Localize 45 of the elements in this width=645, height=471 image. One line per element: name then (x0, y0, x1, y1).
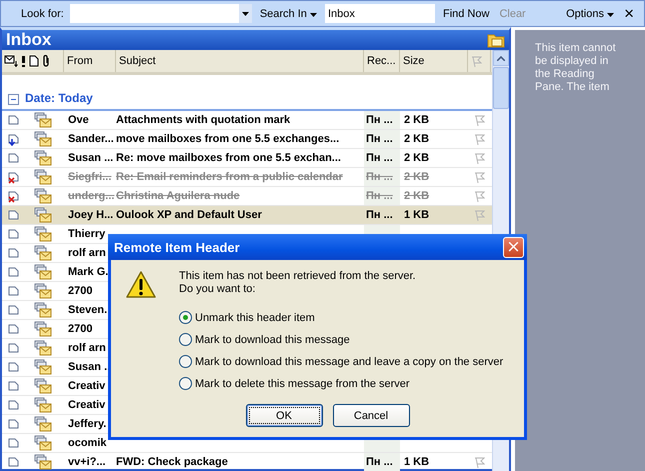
sender-cell-text: underg... (67, 189, 116, 204)
sender-cell-text: Joey H... (67, 208, 114, 223)
sender-cell-text: Ove (67, 113, 90, 128)
sender-cell-text: rolf arn (67, 246, 107, 261)
size-cell-text: 1 KB (403, 455, 430, 470)
subject-cell-text: Oulook XP and Default User (116, 208, 263, 223)
subject-cell-text: Attachments with quotation mark (116, 113, 292, 128)
size-cell-text: 1 KB (403, 208, 430, 223)
sender-cell-text: Siegfri... (67, 170, 112, 185)
received-cell: Пн ... (364, 149, 400, 167)
sender-cell-text: rolf arn (67, 341, 107, 356)
sender-cell-text: Sander... (67, 132, 115, 147)
size-cell-text: 2 KB (403, 151, 430, 166)
size-cell-text: 2 KB (403, 113, 430, 128)
sender-cell-text: Creativ (67, 398, 106, 413)
sender-cell-text: Steven. (67, 303, 108, 318)
size-cell-text: 2 KB (403, 170, 430, 185)
sender-cell-text: 2700 (67, 322, 94, 337)
sender-cell-text: Creativ (67, 379, 106, 394)
sender-cell-text: 2700 (67, 284, 94, 299)
received-cell: Пн ... (364, 187, 400, 205)
sender-cell-text: ocomik (67, 436, 108, 451)
subject-cell-text: Re: move mailboxes from one 5.5 exchan... (116, 151, 342, 166)
subject-cell-text: FWD: Check package (116, 455, 229, 470)
sender-cell-text: Jeffery. (67, 417, 108, 432)
received-cell-text: Пн ... (365, 208, 394, 223)
dialog-message: This item has not been retrieved from the server. (179, 270, 417, 282)
received-cell: Пн ... (364, 168, 400, 186)
folder-title: Inbox (6, 30, 52, 50)
dialog-message: Do you want to: (179, 283, 256, 295)
subject-cell-text: Re: Email reminders from a public calendar (116, 170, 344, 185)
dialog-title: Remote Item Header (114, 240, 240, 254)
size-cell-text: 2 KB (403, 189, 430, 204)
received-cell: Пн ... (364, 453, 400, 471)
look-for-label: Look for: (21, 8, 64, 20)
received-cell: Пн ... (364, 111, 400, 129)
subject-cell-text: move mailboxes from one 5.5 exchanges... (116, 132, 340, 147)
group-label: Date: Today (25, 91, 93, 105)
sender-cell-text: vv+i?... (67, 455, 107, 470)
size-cell-text: 2 KB (403, 132, 430, 147)
sender-cell-text: Thierry (67, 227, 106, 242)
sender-cell-text: Susan ... (67, 151, 114, 166)
subject-cell-text: Christina Aguilera nude (116, 189, 241, 204)
received-cell: Пн ... (364, 130, 400, 148)
sender-cell-text: Mark G. (67, 265, 110, 280)
